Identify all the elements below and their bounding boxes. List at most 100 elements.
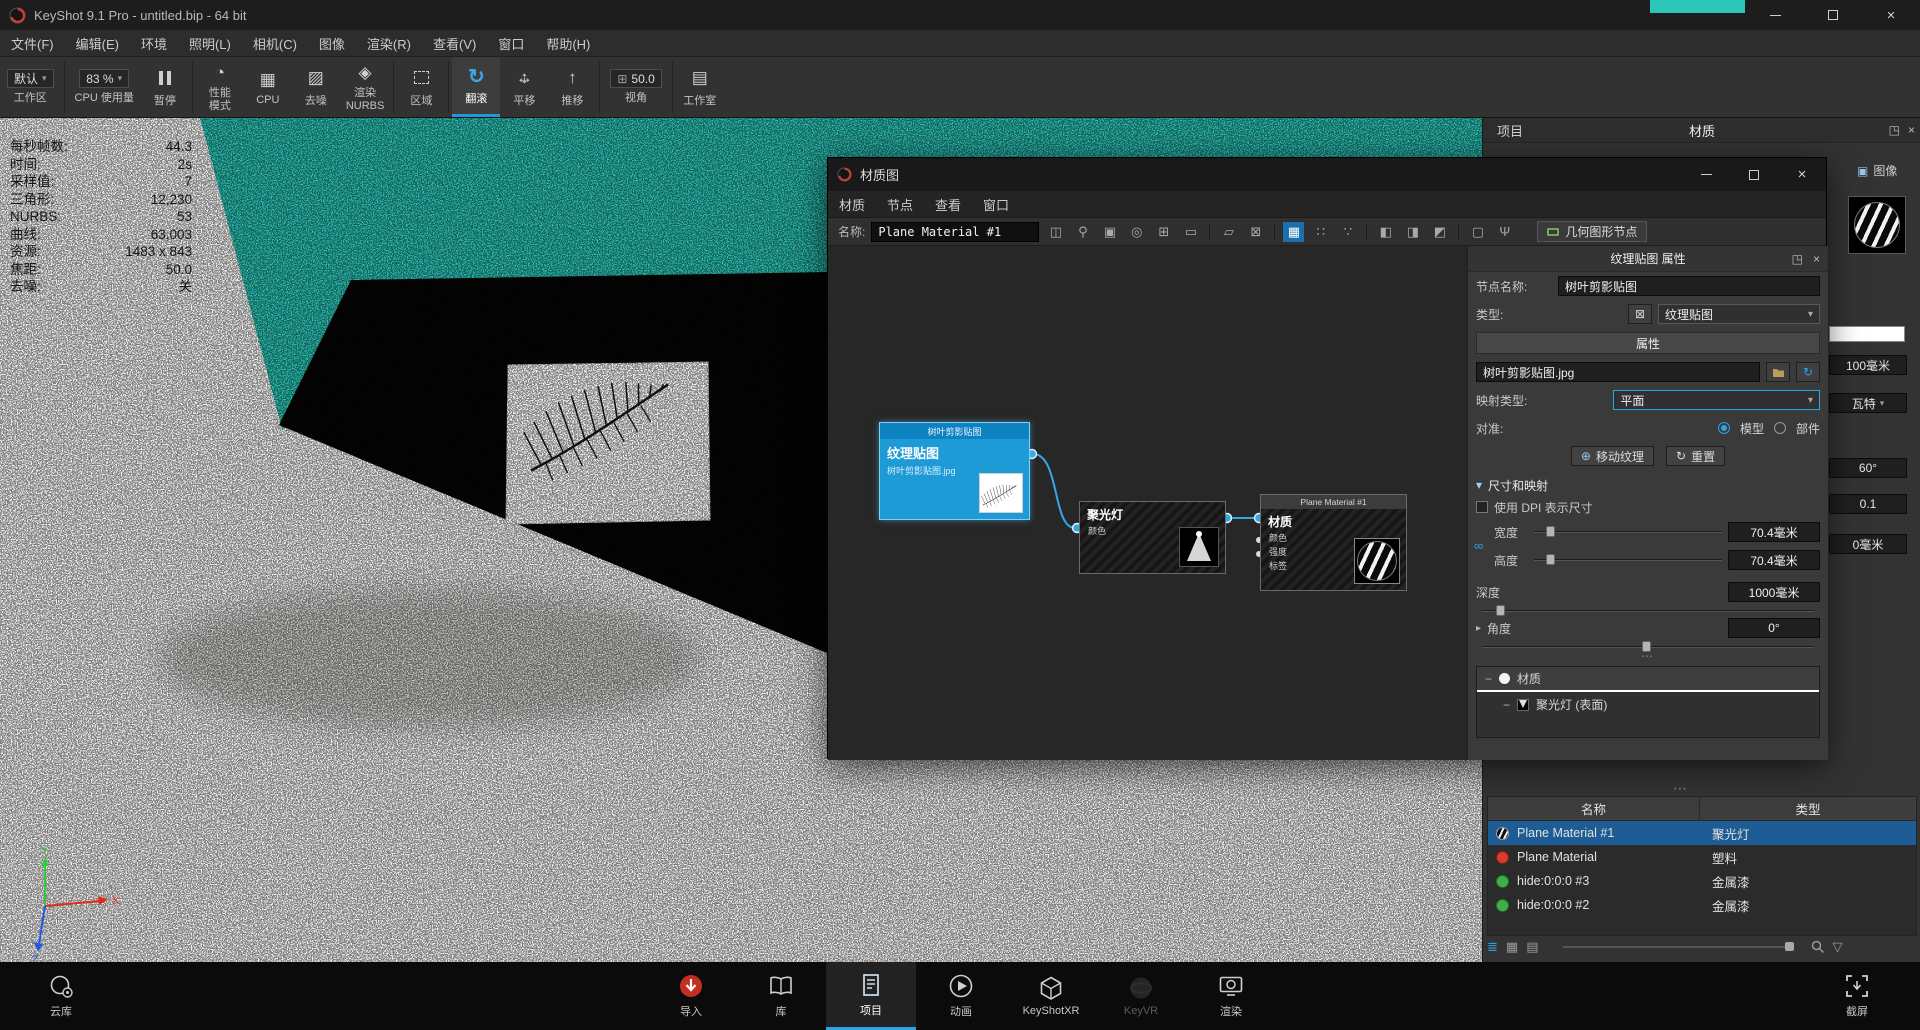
size-field-partial[interactable]: 100毫米 — [1829, 355, 1907, 375]
node-name-input[interactable] — [1558, 276, 1820, 296]
region-button[interactable]: 区域 — [397, 57, 445, 117]
slider-handle[interactable] — [1546, 526, 1555, 537]
studio-button[interactable]: ▤ 工作室 — [676, 57, 724, 117]
material-name-input[interactable] — [871, 222, 1039, 242]
popout-icon[interactable]: ◳ — [1889, 123, 1900, 137]
render-button[interactable]: 渲染 — [1186, 962, 1276, 1030]
radio-model[interactable] — [1718, 422, 1730, 434]
pattern-icon[interactable]: ∷ — [1310, 222, 1331, 242]
close-icon[interactable]: × — [1908, 123, 1915, 137]
texture-map-node[interactable]: 树叶剪影贴图 纹理贴图 树叶剪影贴图.jpg — [879, 422, 1030, 520]
menu-file[interactable]: 文件(F) — [0, 30, 65, 57]
maximize-button[interactable] — [1804, 0, 1862, 30]
menu-window[interactable]: 窗口 — [487, 30, 535, 57]
collapse-icon[interactable]: − — [1485, 672, 1492, 686]
mg-menu-window[interactable]: 窗口 — [972, 191, 1020, 218]
project-button[interactable]: 项目 — [826, 962, 916, 1030]
depth-slider[interactable] — [1482, 610, 1814, 612]
node-type-dropdown[interactable]: 纹理贴图▾ — [1658, 304, 1820, 324]
performance-mode-button[interactable]: ◔ 性能 模式 — [196, 57, 244, 117]
table-row[interactable]: Plane Material 塑料 — [1488, 845, 1916, 869]
animation-button[interactable]: 动画 — [916, 962, 1006, 1030]
fov-control[interactable]: ⊞50.0 视角 — [603, 57, 668, 117]
layout-left-icon[interactable]: ◧ — [1375, 222, 1396, 242]
browse-folder-button[interactable] — [1766, 362, 1790, 382]
depth-value[interactable]: 1000毫米 — [1728, 582, 1820, 602]
close-icon[interactable]: × — [1813, 252, 1820, 266]
minimize-button[interactable] — [1682, 158, 1730, 191]
material-preview-thumbnail[interactable] — [1848, 196, 1906, 254]
list-view-icon[interactable]: ≣ — [1487, 939, 1498, 955]
geometry-node-button[interactable]: 几何图形节点 — [1537, 221, 1647, 242]
move-texture-button[interactable]: ⊕移动纹理 — [1571, 446, 1654, 466]
screenshot-button[interactable]: 截屏 — [1812, 962, 1902, 1030]
compare-icon[interactable]: ⊞ — [1153, 222, 1174, 242]
mg-menu-material[interactable]: 材质 — [828, 191, 876, 218]
preview-icon[interactable]: ▣ — [1099, 222, 1120, 242]
beam-angle-field-partial[interactable]: 60° — [1829, 458, 1907, 478]
search-icon[interactable]: ⚲ — [1072, 222, 1093, 242]
mapping-type-dropdown[interactable]: 平面▾ — [1613, 390, 1820, 410]
size-mapping-section[interactable]: ▾ 尺寸和映射 — [1468, 474, 1828, 496]
tab-properties[interactable]: 属性 — [1476, 332, 1820, 354]
delete-icon[interactable]: ⊠ — [1245, 222, 1266, 242]
texture-file-input[interactable] — [1476, 362, 1760, 382]
tree-item-spotlight[interactable]: − 聚光灯 (表面) — [1477, 692, 1819, 717]
slider-handle[interactable] — [1496, 605, 1505, 616]
reload-texture-button[interactable]: ↻ — [1796, 362, 1820, 382]
radius-field-partial[interactable]: 0毫米 — [1829, 534, 1907, 554]
menu-edit[interactable]: 编辑(E) — [65, 30, 130, 57]
maximize-button[interactable] — [1730, 158, 1778, 191]
pause-button[interactable]: 暂停 — [141, 57, 189, 117]
keyshotxr-button[interactable]: KeyShotXR — [1006, 962, 1096, 1030]
dots-icon[interactable]: ∵ — [1337, 222, 1358, 242]
width-value[interactable]: 70.4毫米 — [1728, 522, 1820, 542]
table-row[interactable]: hide:0:0:0 #3 金属漆 — [1488, 869, 1916, 893]
angle-value[interactable]: 0° — [1728, 618, 1820, 638]
reset-button[interactable]: ↻重置 — [1666, 446, 1725, 466]
screen-icon[interactable]: ▢ — [1467, 222, 1488, 242]
menu-environment[interactable]: 环境 — [130, 30, 178, 57]
cpu-button[interactable]: ▦ CPU — [244, 57, 292, 117]
tumble-button[interactable]: ↻ 翻滚 — [452, 57, 500, 117]
detail-view-icon[interactable]: ▤ — [1526, 939, 1538, 955]
render-nurbs-button[interactable]: ◈ 渲染 NURBS — [340, 57, 391, 117]
menu-lighting[interactable]: 照明(L) — [178, 30, 242, 57]
angle-slider[interactable] — [1482, 646, 1814, 648]
duplicate-icon[interactable]: ▱ — [1218, 222, 1239, 242]
column-header-type[interactable]: 类型 — [1700, 797, 1916, 820]
grid-snap-icon[interactable]: ▦ — [1283, 222, 1304, 242]
mg-menu-node[interactable]: 节点 — [876, 191, 924, 218]
close-button[interactable]: × — [1862, 0, 1920, 30]
color-swatch-partial[interactable] — [1829, 326, 1905, 342]
slider-handle[interactable] — [1546, 554, 1555, 565]
cpu-usage-selector[interactable]: 83 %▾ CPU 使用量 — [68, 57, 141, 117]
link-width-height-icon[interactable]: ∞ — [1474, 538, 1483, 553]
tab-image[interactable]: ▣ 图像 — [1857, 162, 1897, 179]
keyvr-button[interactable]: KeyVR — [1096, 962, 1186, 1030]
panel-resize-grip[interactable]: ⋯ — [1673, 780, 1689, 797]
power-unit-dropdown-partial[interactable]: 瓦特▾ — [1829, 393, 1907, 413]
menu-help[interactable]: 帮助(H) — [535, 30, 601, 57]
menu-image[interactable]: 图像 — [308, 30, 356, 57]
popout-icon[interactable]: ◳ — [1792, 252, 1803, 266]
menu-view[interactable]: 查看(V) — [422, 30, 487, 57]
mg-menu-view[interactable]: 查看 — [924, 191, 972, 218]
lock-icon[interactable]: ▭ — [1180, 222, 1201, 242]
height-value[interactable]: 70.4毫米 — [1728, 550, 1820, 570]
height-slider[interactable] — [1534, 559, 1722, 561]
node-canvas[interactable]: 树叶剪影贴图 纹理贴图 树叶剪影贴图.jpg 聚光灯 颜色 Plane Mate… — [828, 246, 1467, 760]
library-button[interactable]: 库 — [736, 962, 826, 1030]
pan-button[interactable]: ↔↕ 平移 — [500, 57, 548, 117]
width-slider[interactable] — [1534, 531, 1722, 533]
menu-camera[interactable]: 相机(C) — [242, 30, 308, 57]
slider-handle[interactable] — [1642, 641, 1651, 652]
panel-resize-grip[interactable]: ⋯ — [1468, 650, 1828, 664]
collapse-icon[interactable]: − — [1503, 698, 1510, 712]
thumbnail-size-slider[interactable] — [1563, 946, 1793, 948]
branch-icon[interactable]: Ψ — [1494, 222, 1515, 242]
menu-render[interactable]: 渲染(R) — [356, 30, 422, 57]
delete-node-button[interactable]: ⊠ — [1628, 304, 1652, 324]
chevron-right-icon[interactable]: ▸ — [1476, 623, 1481, 634]
falloff-field-partial[interactable]: 0.1 — [1829, 494, 1907, 514]
